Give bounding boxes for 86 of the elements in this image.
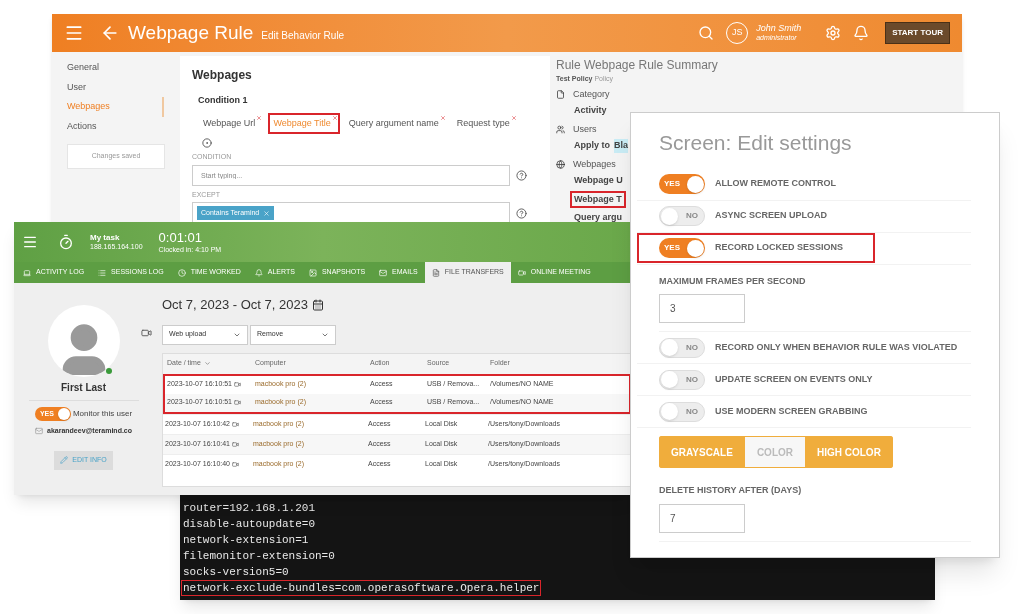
users-icon [556,124,565,134]
setting-label: USE MODERN SCREEN GRABBING [715,404,868,418]
field-tab[interactable]: Webpage Title [268,112,340,134]
terminal-line: network-extension=1 [182,533,310,548]
settings-title: Screen: Edit settings [659,130,853,156]
video-icon [517,268,526,277]
setting-label: RECORD LOCKED SESSIONS [715,241,844,255]
condition-title: Condition 1 [198,94,249,107]
field-tab[interactable]: Request type [451,112,519,134]
summary-title: Rule Webpage Rule Summary [556,57,718,74]
stopwatch-icon [58,234,74,250]
menu-icon[interactable] [64,23,84,43]
summary-value: Activity [573,104,608,117]
help-icon[interactable] [516,169,527,181]
settings-icon[interactable] [825,25,842,41]
video-icon[interactable] [232,460,239,468]
video-icon[interactable] [234,399,241,406]
terminal-line: socks-version5=0 [182,565,290,580]
add-condition-icon[interactable] [202,138,212,148]
search-icon[interactable] [698,25,715,41]
toggle-switch[interactable]: NO [659,401,705,422]
globe-icon [556,159,565,169]
field-tab[interactable]: Query argument name [343,112,448,134]
card-title: Webpages [192,67,253,84]
profile-name: First Last [61,381,106,395]
setting-label: ASYNC SCREEN UPLOAD [715,209,827,223]
setting-label: DELETE HISTORY AFTER (DAYS) [659,484,803,497]
user-name: John Smith [756,23,802,35]
remove-icon[interactable] [256,114,263,121]
number-field[interactable]: 7 [659,503,745,533]
page-title: Webpage Rule [128,20,254,45]
bell-icon [254,268,263,277]
number-field[interactable]: 3 [659,294,745,323]
summary-value: Query argu [573,211,623,224]
summary-section: Category [573,87,610,101]
terminal-line: router=192.168.1.201 [182,501,317,516]
toggle-switch[interactable]: YES [659,174,705,194]
video-icon [141,327,152,339]
bell-icon[interactable] [853,25,870,41]
mail-icon [379,268,388,277]
pencil-icon [60,456,69,464]
nav-item[interactable]: User [67,77,164,97]
nav-item[interactable]: General [67,58,164,78]
toggle-switch[interactable]: NO [659,369,705,390]
summary-section: Users [573,122,597,136]
list-icon [98,268,107,277]
timer-text: 0:01:01 [158,229,203,246]
setting-label: UPDATE SCREEN ON EVENTS ONLY [715,372,873,386]
image-icon [308,268,317,277]
task-name: My task [90,232,121,243]
menu-icon[interactable] [22,234,38,250]
field-tab[interactable]: Webpage Url [198,112,265,134]
toggle-switch[interactable]: NO [659,337,705,358]
clock-icon [177,268,186,277]
monitor-label: Monitor this user [72,408,133,420]
nav-item[interactable]: Webpages [67,97,164,117]
remove-icon[interactable] [439,114,446,121]
remove-icon[interactable] [331,114,338,121]
video-icon[interactable] [232,440,239,448]
user-tag: Bla [614,139,628,153]
video-icon[interactable] [232,420,239,428]
start-tour-button[interactable]: START TOUR [885,22,950,44]
toggle-switch[interactable]: NO [659,206,705,226]
setting-label: RECORD ONLY WHEN BEHAVIOR RULE WAS VIOLATED [715,340,958,354]
mail-icon [35,427,43,436]
summary-value: Webpage T [570,190,626,208]
help-icon[interactable] [516,207,527,219]
terminal-line: disable-autoupdate=0 [182,517,317,532]
date-range: Oct 7, 2023 - Oct 7, 2023 [162,296,308,314]
nav-item[interactable]: Actions [67,116,164,136]
setting-label: ALLOW REMOTE CONTROL [715,177,836,191]
calendar-icon[interactable] [312,298,324,311]
document-icon [556,89,565,99]
sort-icon [203,360,211,367]
page-subtitle: Edit Behavior Rule [261,28,345,43]
summary-value: Webpage U [573,174,624,187]
color-mode-option[interactable]: COLOR [744,436,805,468]
summary-section: Webpages [573,157,616,171]
toggle-switch[interactable]: YES [659,238,705,258]
laptop-icon [23,268,31,277]
setting-label: MAXIMUM FRAMES PER SECOND [659,274,807,288]
summary-value: Apply to [573,139,611,152]
terminal-line: filemonitor-extension=0 [182,549,336,564]
document-icon [431,268,440,277]
remove-icon[interactable] [510,114,517,121]
video-icon[interactable] [234,381,241,388]
